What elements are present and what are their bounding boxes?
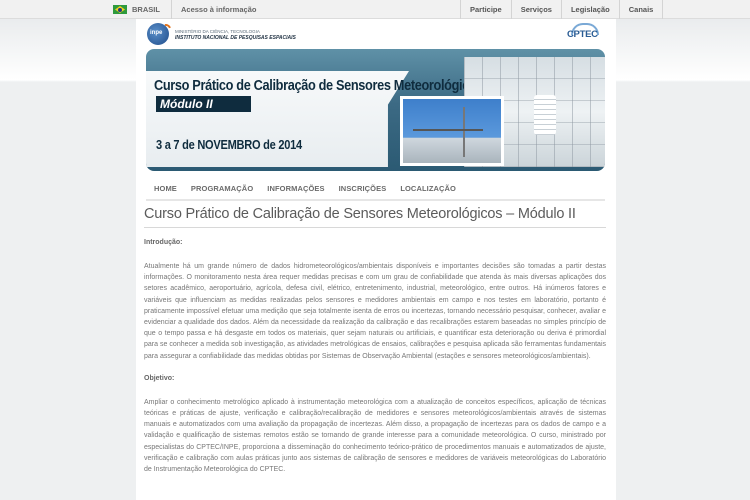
objective-text: Ampliar o conhecimento metrológico aplic…: [144, 398, 606, 474]
banner-dates: 3 a 7 de NOVEMBRO de 2014: [156, 137, 302, 152]
main-nav: HOME PROGRAMAÇÃO INFORMAÇÕES INSCRIÇÕES …: [146, 177, 605, 199]
brasil-link[interactable]: BRASIL: [132, 5, 160, 14]
banner-module: Módulo II: [156, 96, 251, 112]
banner-title: Curso Prático de Calibração de Sensores …: [154, 78, 484, 94]
nav-localizacao[interactable]: LOCALIZAÇÃO: [400, 184, 456, 193]
gov-top-bar: BRASIL Acesso à informação Participe Ser…: [0, 0, 750, 19]
station-arm: [413, 129, 483, 131]
gov-links: Participe Serviços Legislação Canais: [460, 0, 664, 19]
nav-informacoes[interactable]: INFORMAÇÕES: [267, 184, 324, 193]
page-title: Curso Prático de Calibração de Sensores …: [144, 206, 576, 222]
nav-inscricoes[interactable]: INSCRIÇÕES: [339, 184, 387, 193]
participe-link[interactable]: Participe: [460, 0, 511, 19]
legislacao-link[interactable]: Legislação: [560, 0, 619, 19]
main-content: Curso Prático de Calibração de Sensores …: [144, 206, 606, 475]
servicos-link[interactable]: Serviços: [510, 0, 561, 19]
weather-station-photo: [400, 96, 504, 166]
access-info-link[interactable]: Acesso à informação: [181, 5, 256, 14]
banner-module-label: Módulo II: [160, 97, 213, 111]
nav-home[interactable]: HOME: [154, 184, 177, 193]
divider: [171, 0, 172, 19]
radiation-shield-icon: [534, 95, 556, 135]
nav-divider: [146, 199, 605, 201]
canais-link[interactable]: Canais: [618, 0, 664, 19]
site-header: inpe MINISTÉRIO DA CIÊNCIA, TECNOLOGIA I…: [136, 19, 616, 49]
ministry-text: MINISTÉRIO DA CIÊNCIA, TECNOLOGIA: [175, 29, 260, 34]
intro-text: Atualmente há um grande número de dados …: [144, 263, 606, 360]
nav-programacao[interactable]: PROGRAMAÇÃO: [191, 184, 253, 193]
station-mast: [463, 107, 465, 157]
objective-label: Objetivo:: [144, 374, 175, 382]
inpe-logo[interactable]: inpe MINISTÉRIO DA CIÊNCIA, TECNOLOGIA I…: [147, 22, 317, 45]
title-divider: [144, 227, 606, 228]
intro-label: Introdução:: [144, 239, 183, 246]
cptec-text: CPTEC: [567, 29, 598, 40]
course-banner: Curso Prático de Calibração de Sensores …: [146, 49, 605, 171]
brazil-flag-icon: [113, 5, 127, 14]
cptec-logo[interactable]: CPTEC: [565, 23, 605, 43]
inpe-name: INSTITUTO NACIONAL DE PESQUISAS ESPACIAI…: [175, 35, 296, 41]
page-container: inpe MINISTÉRIO DA CIÊNCIA, TECNOLOGIA I…: [136, 19, 616, 500]
